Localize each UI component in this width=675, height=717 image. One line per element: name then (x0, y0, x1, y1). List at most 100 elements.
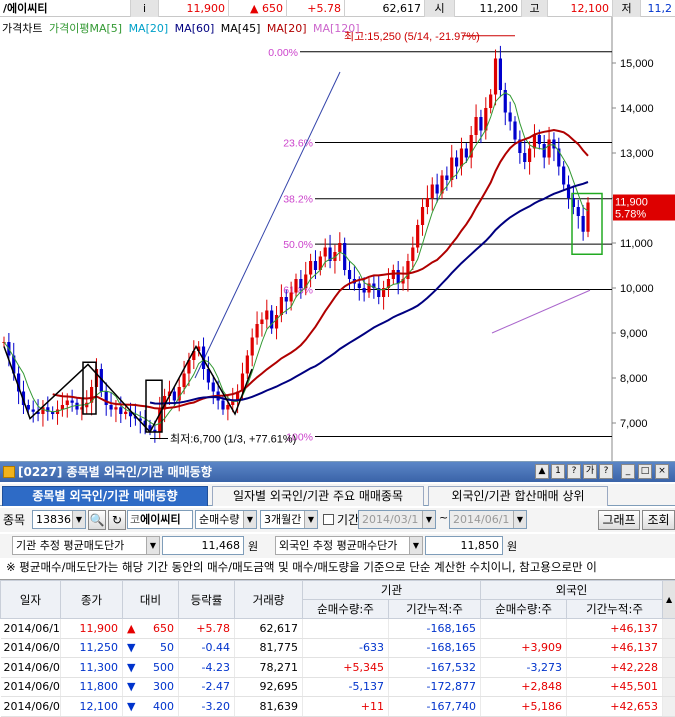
price-chart[interactable]: 15,00014,00013,00012,00011,00010,0009,00… (0, 17, 675, 461)
period-checkbox[interactable] (323, 514, 334, 525)
panel-titlebar[interactable]: [0227] 종목별 외국인/기관 매매동향 ▲ 1 ? 가 ? _ □ × (0, 462, 675, 482)
candle-down (109, 405, 112, 410)
close-button[interactable]: × (655, 464, 669, 479)
search-icon[interactable]: 🔍 (88, 510, 106, 530)
minimize-button[interactable]: _ (621, 464, 635, 479)
diff-value: 500 (153, 661, 174, 674)
tab-combined-top[interactable]: 외국인/기관 합산매매 상위 (428, 486, 608, 506)
table-row[interactable]: 2014/06/1(11,900▲650+5.7862,617-168,165+… (1, 619, 675, 639)
cell-close: 11,800 (61, 677, 123, 697)
folder-icon[interactable]: ↻ (108, 510, 126, 530)
inst-avg-select[interactable]: 기관 추정 평균매도단가 (12, 536, 160, 555)
cell-inst-net: +5,345 (303, 658, 389, 678)
code-dropdown-icon[interactable]: ▼ (72, 511, 85, 528)
trend-line (195, 72, 340, 378)
cell-rate: -0.44 (179, 638, 235, 658)
col-volume[interactable]: 거래량 (235, 581, 303, 619)
cell-frgn-net: +2,848 (481, 677, 567, 697)
cell-rate: +5.78 (179, 619, 235, 639)
scrollbar-track[interactable] (663, 658, 675, 678)
graph-button[interactable]: 그래프 (598, 510, 640, 530)
font-button[interactable]: 가 (583, 464, 597, 479)
period-dropdown-icon[interactable]: ▼ (304, 511, 317, 528)
scroll-up-icon[interactable]: ▲ (663, 581, 675, 619)
candlestick-chart[interactable]: 15,00014,00013,00012,00011,00010,0009,00… (0, 17, 675, 461)
date-separator: ~ (439, 511, 448, 524)
scrollbar-track[interactable] (663, 677, 675, 697)
col-rate[interactable]: 등락률 (179, 581, 235, 619)
info-button[interactable]: i (131, 0, 159, 17)
low-price: 11,2 (641, 0, 675, 17)
y-tick-label: 10,000 (620, 283, 654, 295)
candle-down (465, 149, 468, 158)
col-close[interactable]: 종가 (61, 581, 123, 619)
query-button[interactable]: 조회 (642, 510, 675, 530)
table-row[interactable]: 2014/06/011,800▼300-2.4792,695-5,137-172… (1, 677, 675, 697)
table-row[interactable]: 2014/06/012,100▼400-3.2081,639+11-167,74… (1, 697, 675, 717)
current-price-label: 11,900 (615, 197, 648, 209)
candle-up (251, 338, 254, 356)
cell-frgn-net: -3,273 (481, 658, 567, 678)
frgn-avg-select[interactable]: 외국인 추정 평균매수단가 (275, 536, 423, 555)
volume: 62,617 (345, 0, 425, 17)
tab-stock-investor-trend[interactable]: 종목별 외국인/기관 매매동향 (2, 486, 208, 506)
investor-trend-panel: [0227] 종목별 외국인/기관 매매동향 ▲ 1 ? 가 ? _ □ × 종… (0, 461, 675, 708)
scrollbar-track[interactable] (663, 619, 675, 639)
cell-inst-net: -5,137 (303, 677, 389, 697)
link-button[interactable]: 1 (551, 464, 565, 479)
help-button[interactable]: ? (567, 464, 581, 479)
candle-up (460, 149, 463, 167)
stock-name[interactable]: /에이씨티 (0, 0, 131, 17)
cell-date: 2014/06/0 (1, 638, 61, 658)
down-arrow-icon: ▼ (123, 700, 135, 713)
pin-button[interactable]: ▲ (535, 464, 549, 479)
table-row[interactable]: 2014/06/011,250▼50-0.4481,775-633-168,16… (1, 638, 675, 658)
cell-diff: ▼300 (123, 677, 179, 697)
date-from-dropdown-icon[interactable]: ▼ (422, 511, 435, 528)
average-price-bar: 기관 추정 평균매도단가 ▼ 11,468 원 외국인 추정 평균매수단가 ▼ … (0, 534, 675, 558)
frgn-avg-dropdown-icon[interactable]: ▼ (409, 537, 422, 554)
high-price: 12,100 (548, 0, 613, 17)
candle-down (445, 176, 448, 181)
cell-close: 11,900 (61, 619, 123, 639)
cell-close: 11,250 (61, 638, 123, 658)
cell-volume: 78,271 (235, 658, 303, 678)
cell-rate: -2.47 (179, 677, 235, 697)
col-inst-net[interactable]: 순매수량:주 (303, 600, 389, 619)
table-row[interactable]: 2014/06/011,300▼500-4.2378,271+5,345-167… (1, 658, 675, 678)
inst-avg-dropdown-icon[interactable]: ▼ (146, 537, 159, 554)
tab-daily-major-trades[interactable]: 일자별 외국인/기관 주요 매매종목 (212, 486, 424, 506)
scrollbar-track[interactable] (663, 697, 675, 717)
cell-volume: 81,639 (235, 697, 303, 717)
date-to-dropdown-icon[interactable]: ▼ (513, 511, 526, 528)
legend-item-ma5: 가격이평MA[5] (49, 22, 122, 35)
maximize-button[interactable]: □ (638, 464, 652, 479)
candle-up (411, 248, 414, 262)
col-frgn-net[interactable]: 순매수량:주 (481, 600, 567, 619)
info-button-2[interactable]: ? (599, 464, 613, 479)
cell-diff: ▼50 (123, 638, 179, 658)
cell-inst-cum: -167,532 (389, 658, 481, 678)
cell-frgn-cum: +46,137 (567, 638, 663, 658)
col-date[interactable]: 일자 (1, 581, 61, 619)
cell-volume: 92,695 (235, 677, 303, 697)
candle-down (543, 144, 546, 158)
legend-item-ma20b: MA[20] (267, 22, 307, 35)
candle-down (562, 167, 565, 185)
mode-dropdown-icon[interactable]: ▼ (243, 511, 256, 528)
up-arrow-icon: ▲ (123, 622, 135, 635)
candle-down (221, 401, 224, 410)
candle-down (348, 270, 351, 279)
cell-inst-cum: -167,740 (389, 697, 481, 717)
col-inst-cum[interactable]: 기간누적:주 (389, 600, 481, 619)
window-flag-icon (3, 466, 15, 478)
scrollbar-track[interactable] (663, 638, 675, 658)
candle-up (255, 324, 258, 338)
col-frgn-cum[interactable]: 기간누적:주 (567, 600, 663, 619)
diff-value: 300 (153, 680, 174, 693)
candle-down (397, 270, 400, 284)
open-label: 시 (425, 0, 455, 17)
candle-up (246, 356, 249, 374)
col-diff[interactable]: 대비 (123, 581, 179, 619)
candle-down (285, 297, 288, 302)
